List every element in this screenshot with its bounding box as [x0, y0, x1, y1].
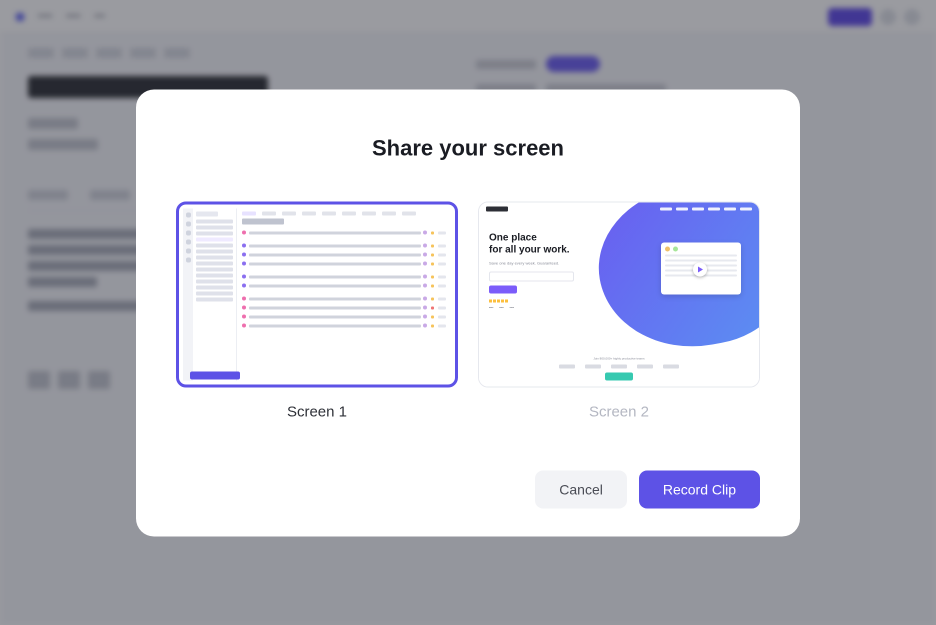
screen-option-1[interactable]: Screen 1	[176, 201, 458, 420]
screen-2-thumbnail[interactable]: One place for all your work. Save one da…	[478, 201, 760, 387]
record-clip-button[interactable]: Record Clip	[639, 470, 760, 508]
thumb2-subtitle: Save one day every week. Guaranteed.	[489, 260, 599, 265]
thumb2-brand-logo	[486, 206, 508, 211]
screen-options-row: Screen 1 One place for all your	[176, 201, 760, 420]
thumb2-footer-button	[605, 372, 633, 380]
screen-2-label: Screen 2	[589, 403, 649, 420]
thumb2-heading-1: One place	[489, 232, 599, 244]
thumb2-get-started-button	[489, 285, 517, 293]
screen-1-thumbnail[interactable]	[176, 201, 458, 387]
thumb2-content: One place for all your work. Save one da…	[479, 202, 759, 386]
screen-option-2[interactable]: One place for all your work. Save one da…	[478, 201, 760, 420]
thumb2-play-icon	[693, 262, 707, 276]
modal-actions: Cancel Record Clip	[176, 470, 760, 508]
thumb2-email-input	[489, 271, 574, 281]
screen-1-label: Screen 1	[287, 403, 347, 420]
cancel-button[interactable]: Cancel	[535, 470, 627, 508]
thumb1-content	[183, 208, 451, 380]
thumb2-heading-2: for all your work.	[489, 244, 599, 256]
thumb2-footer-text: Join 800,000+ highly productive teams	[593, 356, 644, 360]
share-screen-modal: Share your screen	[136, 89, 800, 536]
modal-title: Share your screen	[176, 135, 760, 161]
